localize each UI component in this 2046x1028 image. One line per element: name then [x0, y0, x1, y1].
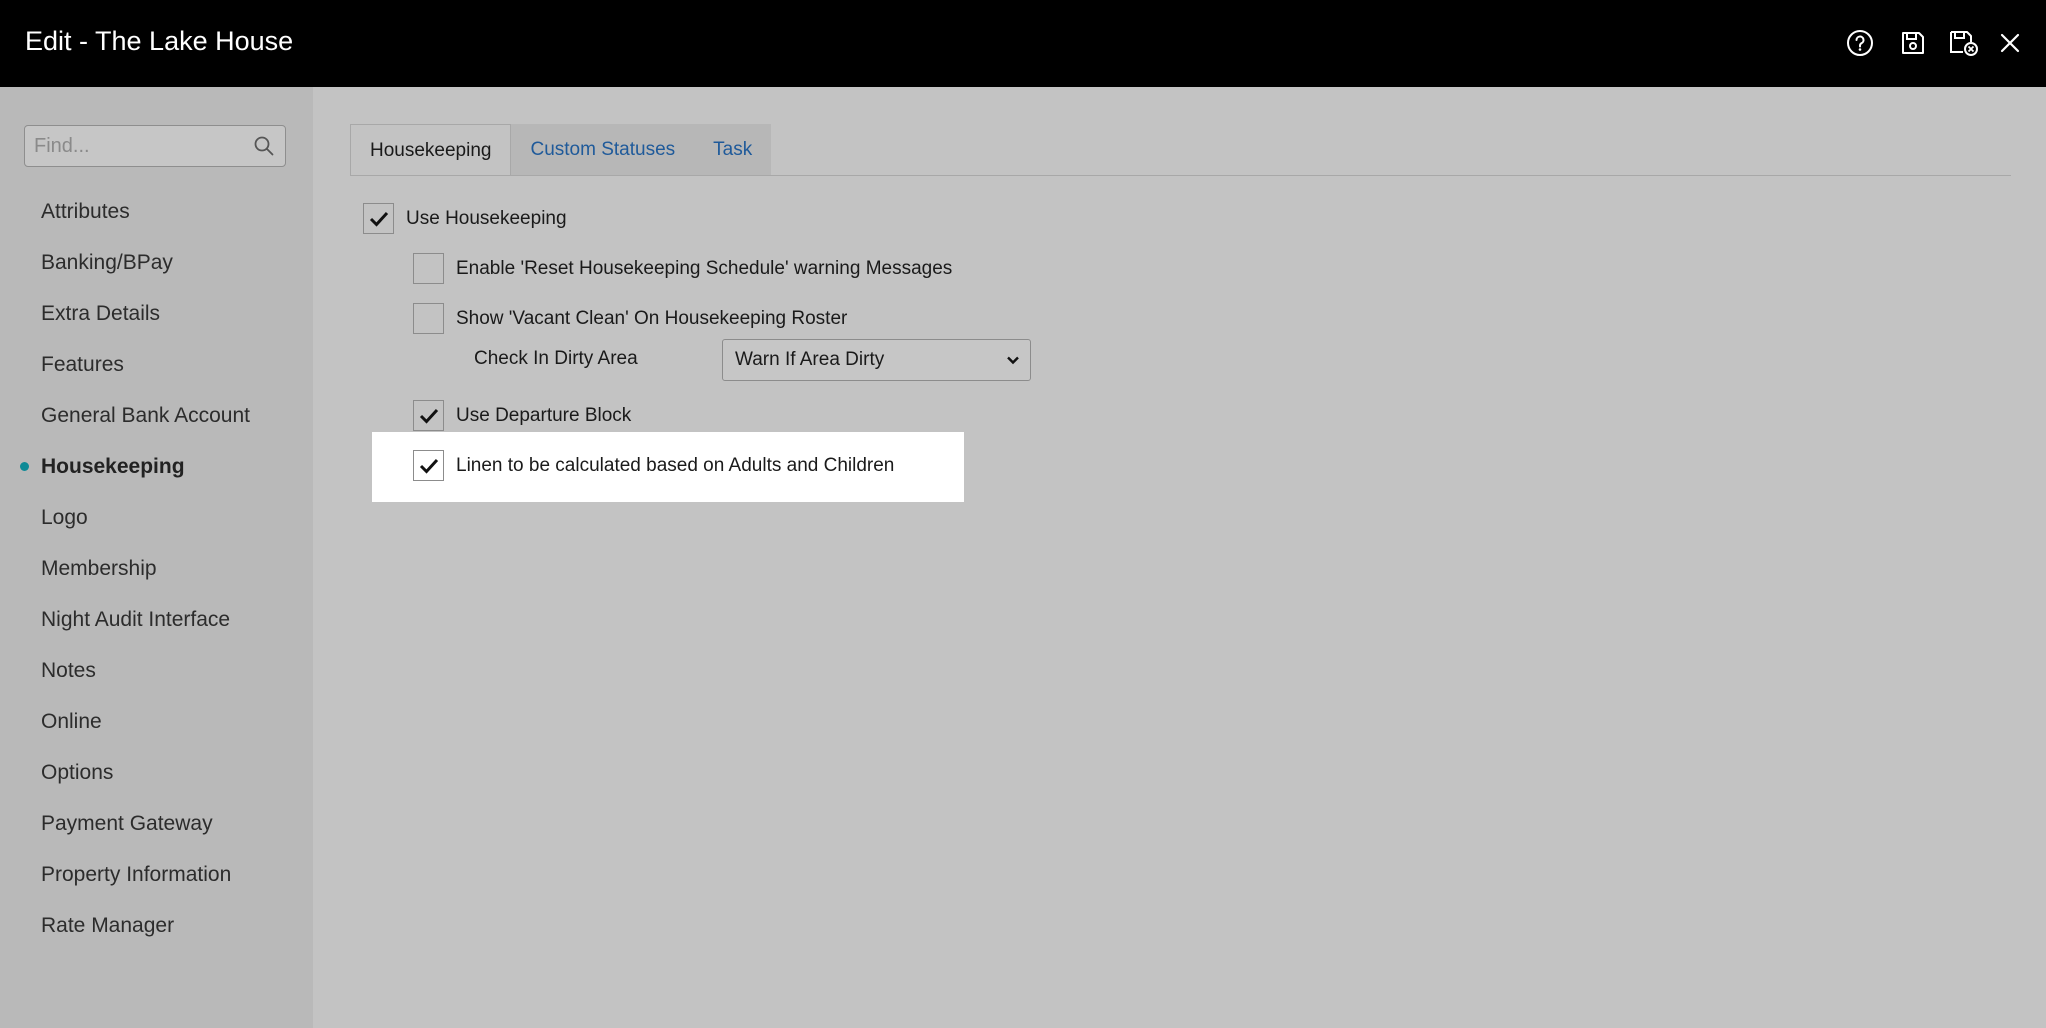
use-departure-block-label: Use Departure Block	[456, 404, 632, 426]
use-housekeeping-row: Use Housekeeping	[363, 203, 567, 234]
sidebar-item-housekeeping[interactable]: Housekeeping	[0, 441, 313, 492]
check-in-dirty-area-select[interactable]: Warn If Area Dirty	[722, 339, 1031, 381]
sidebar-item-banking-bpay[interactable]: Banking/BPay	[0, 237, 313, 288]
sidebar-item-logo[interactable]: Logo	[0, 492, 313, 543]
checkmark-icon	[369, 211, 388, 227]
sidebar-item-label: Attributes	[41, 200, 130, 223]
sidebar-item-options[interactable]: Options	[0, 747, 313, 798]
sidebar-item-attributes[interactable]: Attributes	[0, 186, 313, 237]
use-departure-block-row: Use Departure Block	[413, 400, 631, 431]
save-button[interactable]	[1896, 26, 1930, 60]
save-and-close-icon	[1950, 31, 1978, 56]
help-button[interactable]	[1843, 26, 1877, 60]
sidebar-item-label: Extra Details	[41, 302, 161, 325]
sidebar-item-label: Notes	[41, 659, 96, 682]
show-vacant-clean-checkbox[interactable]	[413, 303, 444, 334]
sidebar-item-label: Rate Manager	[41, 914, 175, 937]
sidebar-item-label: Property Information	[41, 863, 232, 886]
help-icon	[1847, 30, 1873, 56]
sidebar-item-label: Features	[41, 353, 124, 376]
search-input[interactable]	[25, 126, 240, 166]
checkmark-icon	[419, 408, 438, 424]
tab-divider	[350, 175, 2011, 176]
sidebar-item-label: Payment Gateway	[41, 812, 213, 835]
checkmark-icon	[419, 458, 438, 474]
sidebar-item-label: Night Audit Interface	[41, 608, 231, 631]
sidebar-item-notes[interactable]: Notes	[0, 645, 313, 696]
show-vacant-clean-row: Show 'Vacant Clean' On Housekeeping Rost…	[413, 303, 847, 334]
check-in-dirty-area-label: Check In Dirty Area	[474, 348, 638, 369]
sidebar-item-payment-gateway[interactable]: Payment Gateway	[0, 798, 313, 849]
main-panel: Housekeeping Custom Statuses Task Use Ho…	[313, 87, 2046, 1028]
enable-reset-warning-label: Enable 'Reset Housekeeping Schedule' war…	[456, 257, 953, 279]
sidebar-item-online[interactable]: Online	[0, 696, 313, 747]
tab-task[interactable]: Task	[694, 124, 772, 176]
highlighted-setting: Linen to be calculated based on Adults a…	[372, 432, 964, 502]
sidebar-item-label: Membership	[41, 557, 157, 580]
sidebar-item-label: General Bank Account	[41, 404, 250, 427]
chevron-down-icon	[1007, 356, 1019, 365]
sidebar-item-extra-details[interactable]: Extra Details	[0, 288, 313, 339]
sidebar-item-membership[interactable]: Membership	[0, 543, 313, 594]
tab-bar: Housekeeping Custom Statuses Task	[350, 124, 772, 176]
sidebar-nav: Attributes Banking/BPay Extra Details Fe…	[0, 186, 313, 951]
sidebar-item-property-information[interactable]: Property Information	[0, 849, 313, 900]
enable-reset-warning-checkbox[interactable]	[413, 253, 444, 284]
use-housekeeping-label: Use Housekeeping	[406, 207, 567, 229]
sidebar-item-night-audit-interface[interactable]: Night Audit Interface	[0, 594, 313, 645]
sidebar-item-rate-manager[interactable]: Rate Manager	[0, 900, 313, 951]
title-bar: Edit - The Lake House	[0, 0, 2046, 87]
search-box	[24, 125, 286, 167]
search-icon[interactable]	[253, 135, 275, 157]
sidebar-item-label: Options	[41, 761, 114, 784]
sidebar-item-label: Logo	[41, 506, 88, 529]
select-value: Warn If Area Dirty	[735, 349, 885, 370]
save-and-close-button[interactable]	[1947, 26, 1981, 60]
tab-housekeeping[interactable]: Housekeeping	[350, 124, 512, 176]
sidebar: Attributes Banking/BPay Extra Details Fe…	[0, 87, 313, 1028]
sidebar-item-label: Banking/BPay	[41, 251, 173, 274]
use-housekeeping-checkbox[interactable]	[363, 203, 394, 234]
linen-calculation-row: Linen to be calculated based on Adults a…	[413, 450, 894, 481]
window-title: Edit - The Lake House	[25, 26, 294, 56]
sidebar-item-features[interactable]: Features	[0, 339, 313, 390]
tab-custom-statuses[interactable]: Custom Statuses	[511, 124, 695, 176]
sidebar-item-label: Housekeeping	[41, 455, 185, 478]
use-departure-block-checkbox[interactable]	[413, 400, 444, 431]
enable-reset-warning-row: Enable 'Reset Housekeeping Schedule' war…	[413, 253, 952, 284]
sidebar-item-label: Online	[41, 710, 102, 733]
show-vacant-clean-label: Show 'Vacant Clean' On Housekeeping Rost…	[456, 307, 848, 329]
linen-calculation-checkbox[interactable]	[413, 450, 444, 481]
sidebar-item-general-bank-account[interactable]: General Bank Account	[0, 390, 313, 441]
linen-calculation-label: Linen to be calculated based on Adults a…	[456, 454, 895, 476]
active-indicator-dot	[20, 462, 29, 471]
save-icon	[1902, 32, 1924, 54]
close-button[interactable]	[1993, 26, 2027, 60]
close-icon	[2000, 33, 2020, 53]
